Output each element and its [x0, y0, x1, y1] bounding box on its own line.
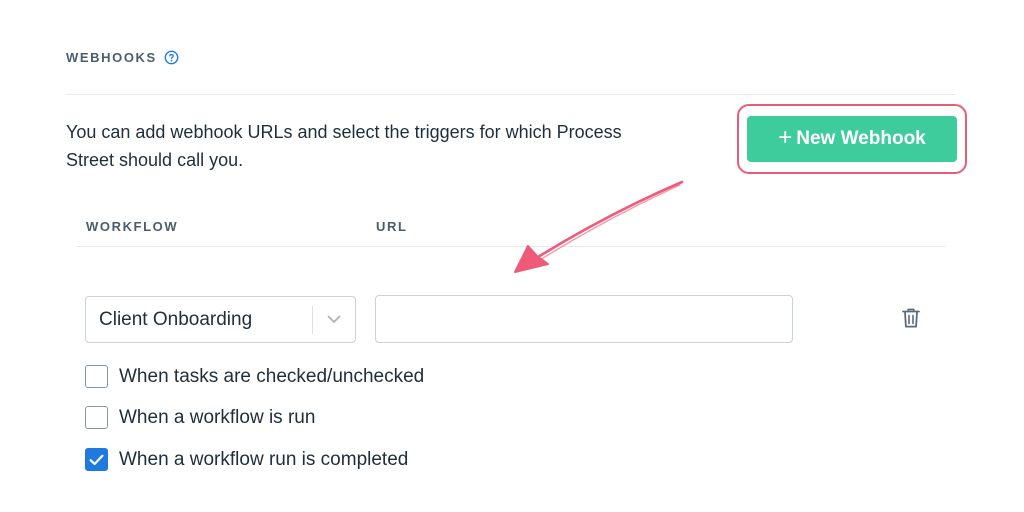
trigger-checkbox[interactable] [85, 365, 108, 388]
chevron-down-icon [327, 315, 341, 323]
trigger-checkbox[interactable] [85, 448, 108, 471]
section-header: WEBHOOKS [66, 50, 179, 65]
trigger-row-workflow-run[interactable]: When a workflow is run [85, 406, 315, 429]
webhook-url-input[interactable] [375, 295, 793, 343]
trigger-checkbox[interactable] [85, 406, 108, 429]
plus-icon: + [778, 124, 793, 151]
trigger-label: When a workflow run is completed [119, 448, 409, 470]
help-circle-icon[interactable] [164, 50, 179, 65]
trigger-row-workflow-completed[interactable]: When a workflow run is completed [85, 448, 408, 471]
section-description: You can add webhook URLs and select the … [66, 122, 622, 170]
trash-icon[interactable] [901, 307, 921, 329]
annotation-arrow [514, 180, 684, 273]
column-header-url: URL [376, 219, 408, 234]
trigger-label: When tasks are checked/unchecked [119, 365, 425, 387]
table-header-divider [76, 246, 946, 247]
section-divider [66, 94, 956, 95]
checkmark-icon [89, 454, 104, 465]
new-webhook-button[interactable]: + New Webhook [747, 116, 957, 162]
trigger-label: When a workflow is run [119, 406, 316, 428]
select-dropdown-toggle[interactable] [313, 315, 355, 324]
workflow-select[interactable]: Client Onboarding [85, 296, 356, 343]
trigger-row-tasks-checked[interactable]: When tasks are checked/unchecked [85, 365, 424, 388]
column-header-workflow: WORKFLOW [86, 219, 179, 234]
new-webhook-label: New Webhook [796, 128, 926, 149]
workflow-select-value: Client Onboarding [99, 308, 253, 330]
section-title: WEBHOOKS [66, 50, 157, 65]
